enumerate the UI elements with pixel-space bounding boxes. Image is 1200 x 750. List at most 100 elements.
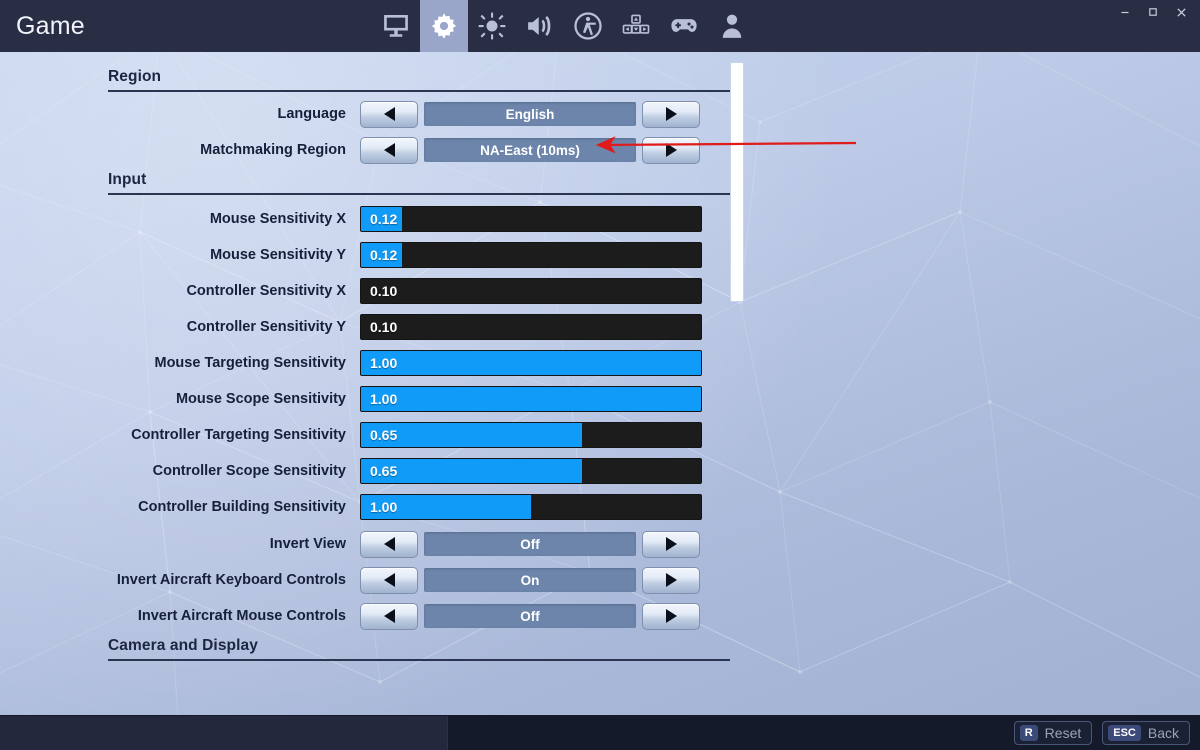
tab-keyboard-controls[interactable] (612, 0, 660, 52)
setting-row-language: Language English (0, 99, 760, 129)
slider-controller-sensitivity-y[interactable]: 0.10 (360, 314, 702, 340)
minimize-icon (1121, 11, 1129, 14)
footer-bar: R Reset ESC Back (0, 715, 1200, 750)
minimize-button[interactable] (1112, 1, 1138, 23)
maximize-icon (1149, 8, 1157, 16)
brightness-icon (478, 12, 506, 40)
slider-value: 0.12 (370, 247, 398, 263)
setting-row-controller-scope-sensitivity: Controller Scope Sensitivity 0.65 (0, 456, 760, 486)
maximize-button[interactable] (1140, 1, 1166, 23)
slider-controller-sensitivity-x[interactable]: 0.10 (360, 278, 702, 304)
window-title: Game (16, 12, 85, 40)
setting-label: Matchmaking Region (200, 142, 346, 158)
tab-game[interactable] (420, 0, 468, 52)
setting-label: Controller Building Sensitivity (138, 499, 346, 515)
slider-fill (361, 351, 701, 375)
tab-brightness[interactable] (468, 0, 516, 52)
accessibility-icon (574, 12, 602, 40)
chevron-left-icon (383, 107, 395, 121)
settings-content: Region Language English Matchmaking Regi… (0, 52, 760, 715)
section-input: Input (108, 171, 730, 195)
slider-mouse-sensitivity-x[interactable]: 0.12 (360, 206, 702, 232)
monitor-icon (384, 15, 408, 37)
tab-audio[interactable] (516, 0, 564, 52)
slider-controller-building-sensitivity[interactable]: 1.00 (360, 494, 702, 520)
next-button[interactable] (642, 136, 700, 164)
tab-display[interactable] (372, 0, 420, 52)
prev-button[interactable] (360, 566, 418, 594)
setting-row-invert-aircraft-mouse: Invert Aircraft Mouse Controls Off (0, 601, 760, 631)
setting-row-controller-targeting-sensitivity: Controller Targeting Sensitivity 0.65 (0, 420, 760, 450)
setting-row-matchmaking-region: Matchmaking Region NA-East (10ms) (0, 135, 760, 165)
scrollbar-thumb[interactable] (730, 62, 744, 302)
reset-key-badge: R (1019, 725, 1038, 741)
settings-tab-bar (372, 0, 756, 52)
slider-value: 1.00 (370, 391, 398, 407)
gamepad-icon (671, 19, 697, 32)
back-label: Back (1147, 725, 1179, 741)
footer-left-pane (0, 716, 448, 750)
selector-invert-aircraft-mouse: Off (360, 602, 700, 630)
slider-controller-targeting-sensitivity[interactable]: 0.65 (360, 422, 702, 448)
next-button[interactable] (642, 602, 700, 630)
slider-value: 1.00 (370, 499, 398, 515)
footer-actions: R Reset ESC Back (1013, 721, 1190, 745)
chevron-right-icon (665, 143, 677, 157)
tab-account[interactable] (708, 0, 756, 52)
prev-button[interactable] (360, 100, 418, 128)
keyboard-controls-icon (622, 14, 650, 34)
section-region: Region (108, 68, 730, 92)
setting-label: Invert Aircraft Mouse Controls (137, 608, 346, 624)
slider-mouse-targeting-sensitivity[interactable]: 1.00 (360, 350, 702, 376)
setting-label: Mouse Scope Sensitivity (175, 391, 346, 407)
back-button[interactable]: ESC Back (1102, 721, 1190, 745)
setting-row-controller-building-sensitivity: Controller Building Sensitivity 1.00 (0, 492, 760, 522)
selector-language: English (360, 100, 700, 128)
selector-invert-aircraft-keyboard: On (360, 566, 700, 594)
prev-button[interactable] (360, 136, 418, 164)
matchmaking-region-value[interactable]: NA-East (10ms) (424, 138, 636, 162)
tab-controller[interactable] (660, 0, 708, 52)
next-button[interactable] (642, 530, 700, 558)
reset-button[interactable]: R Reset (1013, 721, 1093, 745)
selector-matchmaking-region: NA-East (10ms) (360, 136, 700, 164)
slider-value: 0.12 (370, 211, 398, 227)
setting-row-invert-view: Invert View Off (0, 529, 760, 559)
gear-icon (431, 13, 457, 39)
section-title: Region (108, 68, 162, 85)
section-divider (108, 193, 730, 195)
prev-button[interactable] (360, 602, 418, 630)
section-camera-and-display: Camera and Display (108, 637, 730, 661)
slider-value: 0.10 (370, 283, 398, 299)
next-button[interactable] (642, 100, 700, 128)
close-button[interactable] (1168, 1, 1194, 23)
tab-accessibility[interactable] (564, 0, 612, 52)
selector-value[interactable]: Off (424, 604, 636, 628)
settings-stage: Region Language English Matchmaking Regi… (0, 52, 1200, 715)
chevron-right-icon (665, 107, 677, 121)
setting-label: Language (277, 106, 346, 122)
setting-row-mouse-scope-sensitivity: Mouse Scope Sensitivity 1.00 (0, 384, 760, 414)
slider-controller-scope-sensitivity[interactable]: 0.65 (360, 458, 702, 484)
section-divider (108, 90, 730, 92)
setting-row-controller-sensitivity-x: Controller Sensitivity X 0.10 (0, 276, 760, 306)
selector-value[interactable]: On (424, 568, 636, 592)
chevron-left-icon (383, 609, 395, 623)
slider-mouse-scope-sensitivity[interactable]: 1.00 (360, 386, 702, 412)
selector-value[interactable]: English (424, 102, 636, 126)
close-icon (1176, 7, 1186, 17)
next-button[interactable] (642, 566, 700, 594)
selector-invert-view: Off (360, 530, 700, 558)
prev-button[interactable] (360, 530, 418, 558)
setting-row-invert-aircraft-keyboard: Invert Aircraft Keyboard Controls On (0, 565, 760, 595)
chevron-right-icon (665, 537, 677, 551)
slider-value: 0.10 (370, 319, 398, 335)
slider-value: 0.65 (370, 427, 398, 443)
slider-value: 0.65 (370, 463, 398, 479)
person-icon (722, 14, 742, 38)
setting-label: Controller Sensitivity X (186, 283, 346, 299)
selector-value[interactable]: Off (424, 532, 636, 556)
settings-scrollbar[interactable] (730, 62, 744, 302)
reset-label: Reset (1044, 725, 1082, 741)
slider-mouse-sensitivity-y[interactable]: 0.12 (360, 242, 702, 268)
